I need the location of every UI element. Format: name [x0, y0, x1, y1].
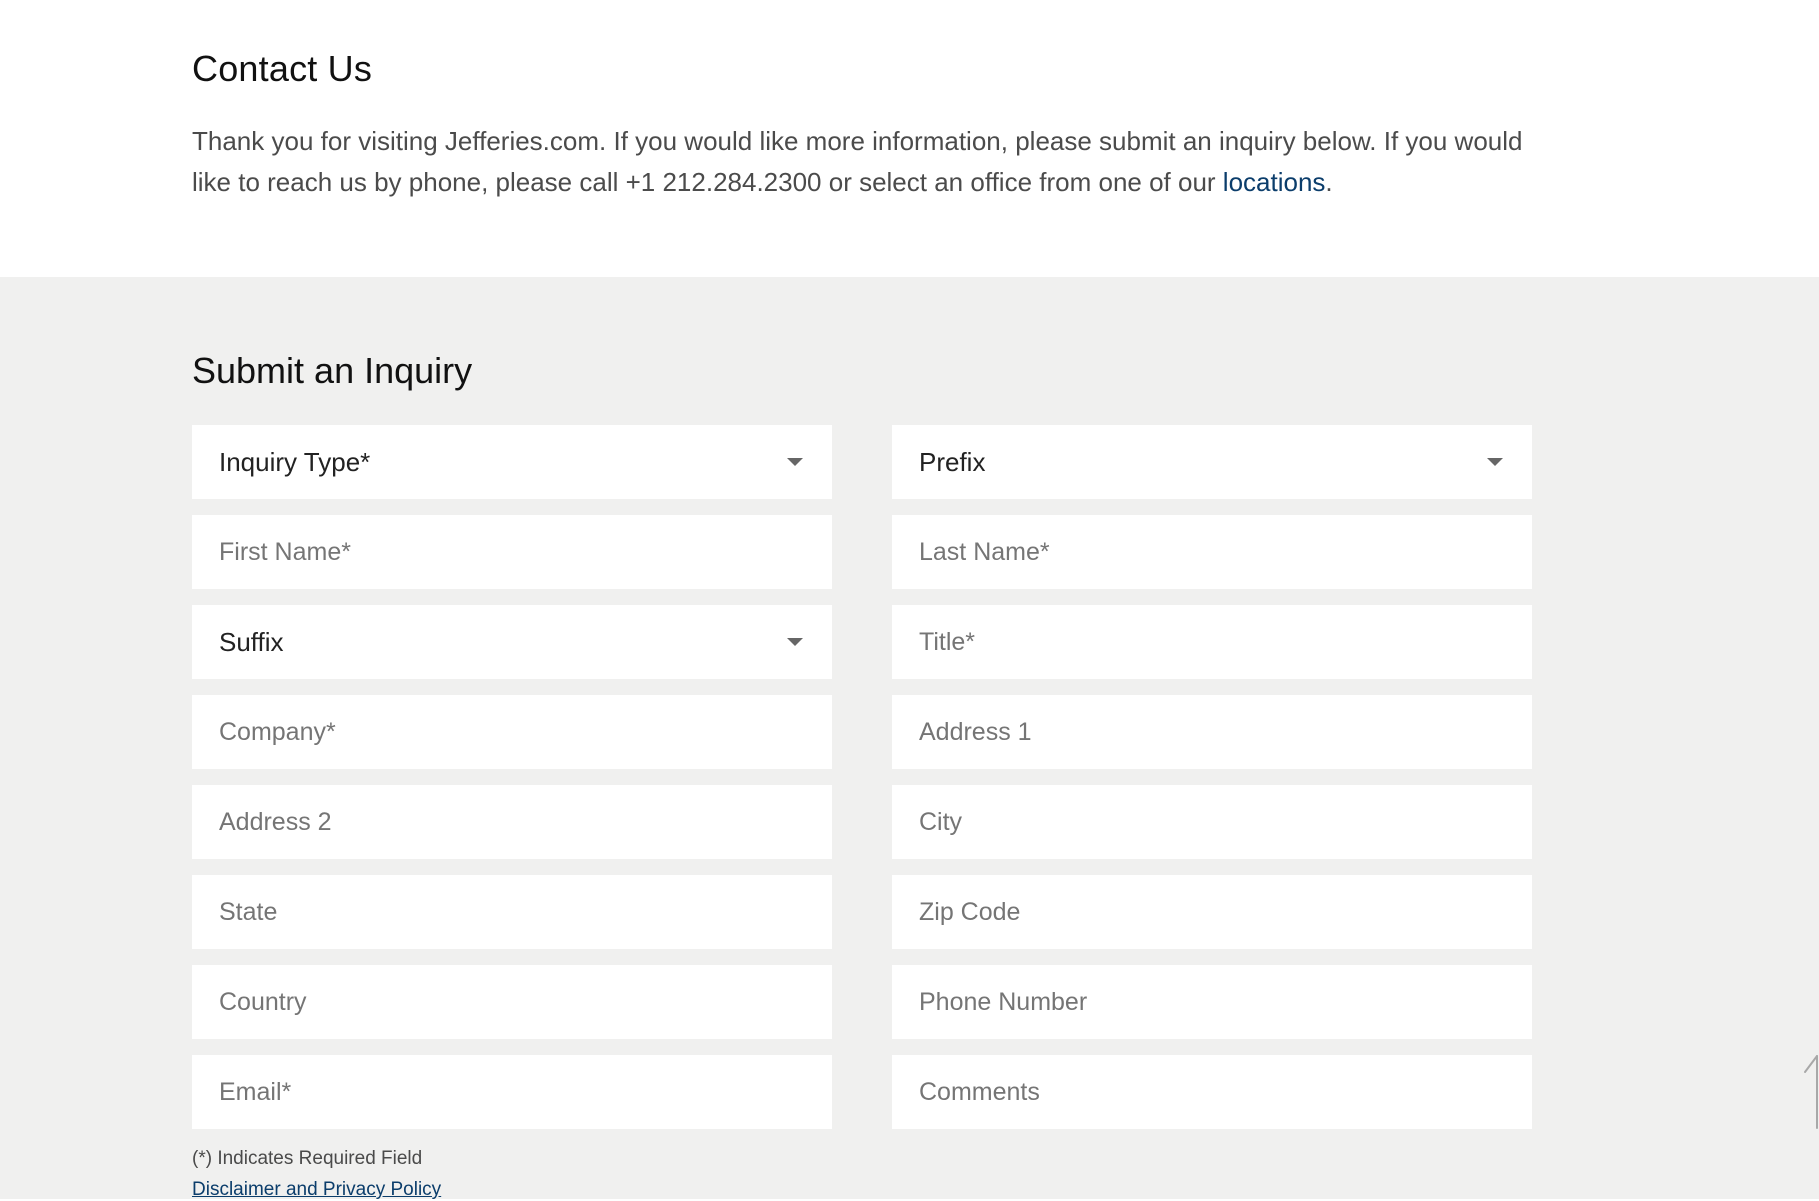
address2-input[interactable] — [192, 785, 832, 859]
title-input[interactable] — [892, 605, 1532, 679]
chevron-down-icon — [1487, 458, 1503, 466]
city-input[interactable] — [892, 785, 1532, 859]
prefix-select[interactable]: Prefix — [892, 425, 1532, 499]
first-name-input[interactable] — [192, 515, 832, 589]
phone-number-input[interactable] — [892, 965, 1532, 1039]
inquiry-type-label: Inquiry Type* — [219, 446, 371, 477]
company-input[interactable] — [192, 695, 832, 769]
contact-description-end: . — [1325, 167, 1333, 197]
zip-code-input[interactable] — [892, 875, 1532, 949]
country-input[interactable] — [192, 965, 832, 1039]
chevron-down-icon — [787, 458, 803, 466]
comments-input[interactable] — [892, 1055, 1532, 1129]
address1-input[interactable] — [892, 695, 1532, 769]
arrow-up-icon[interactable] — [1795, 1050, 1819, 1130]
contact-description: Thank you for visiting Jefferies.com. If… — [192, 121, 1532, 203]
contact-title: Contact Us — [192, 48, 373, 89]
suffix-select[interactable]: Suffix — [192, 605, 832, 679]
suffix-label: Suffix — [219, 626, 284, 657]
chevron-down-icon — [787, 638, 803, 646]
email-input[interactable] — [192, 1055, 832, 1129]
locations-link[interactable]: locations — [1223, 167, 1326, 197]
inquiry-type-select[interactable]: Inquiry Type* — [192, 425, 832, 499]
inquiry-title: Submit an Inquiry — [192, 350, 473, 391]
state-input[interactable] — [192, 875, 832, 949]
last-name-input[interactable] — [892, 515, 1532, 589]
disclaimer-privacy-link[interactable]: Disclaimer and Privacy Policy — [192, 1179, 441, 1201]
prefix-label: Prefix — [919, 446, 986, 477]
contact-section: Contact Us Thank you for visiting Jeffer… — [0, 0, 1819, 277]
required-field-note: (*) Indicates Required Field — [192, 1148, 423, 1169]
